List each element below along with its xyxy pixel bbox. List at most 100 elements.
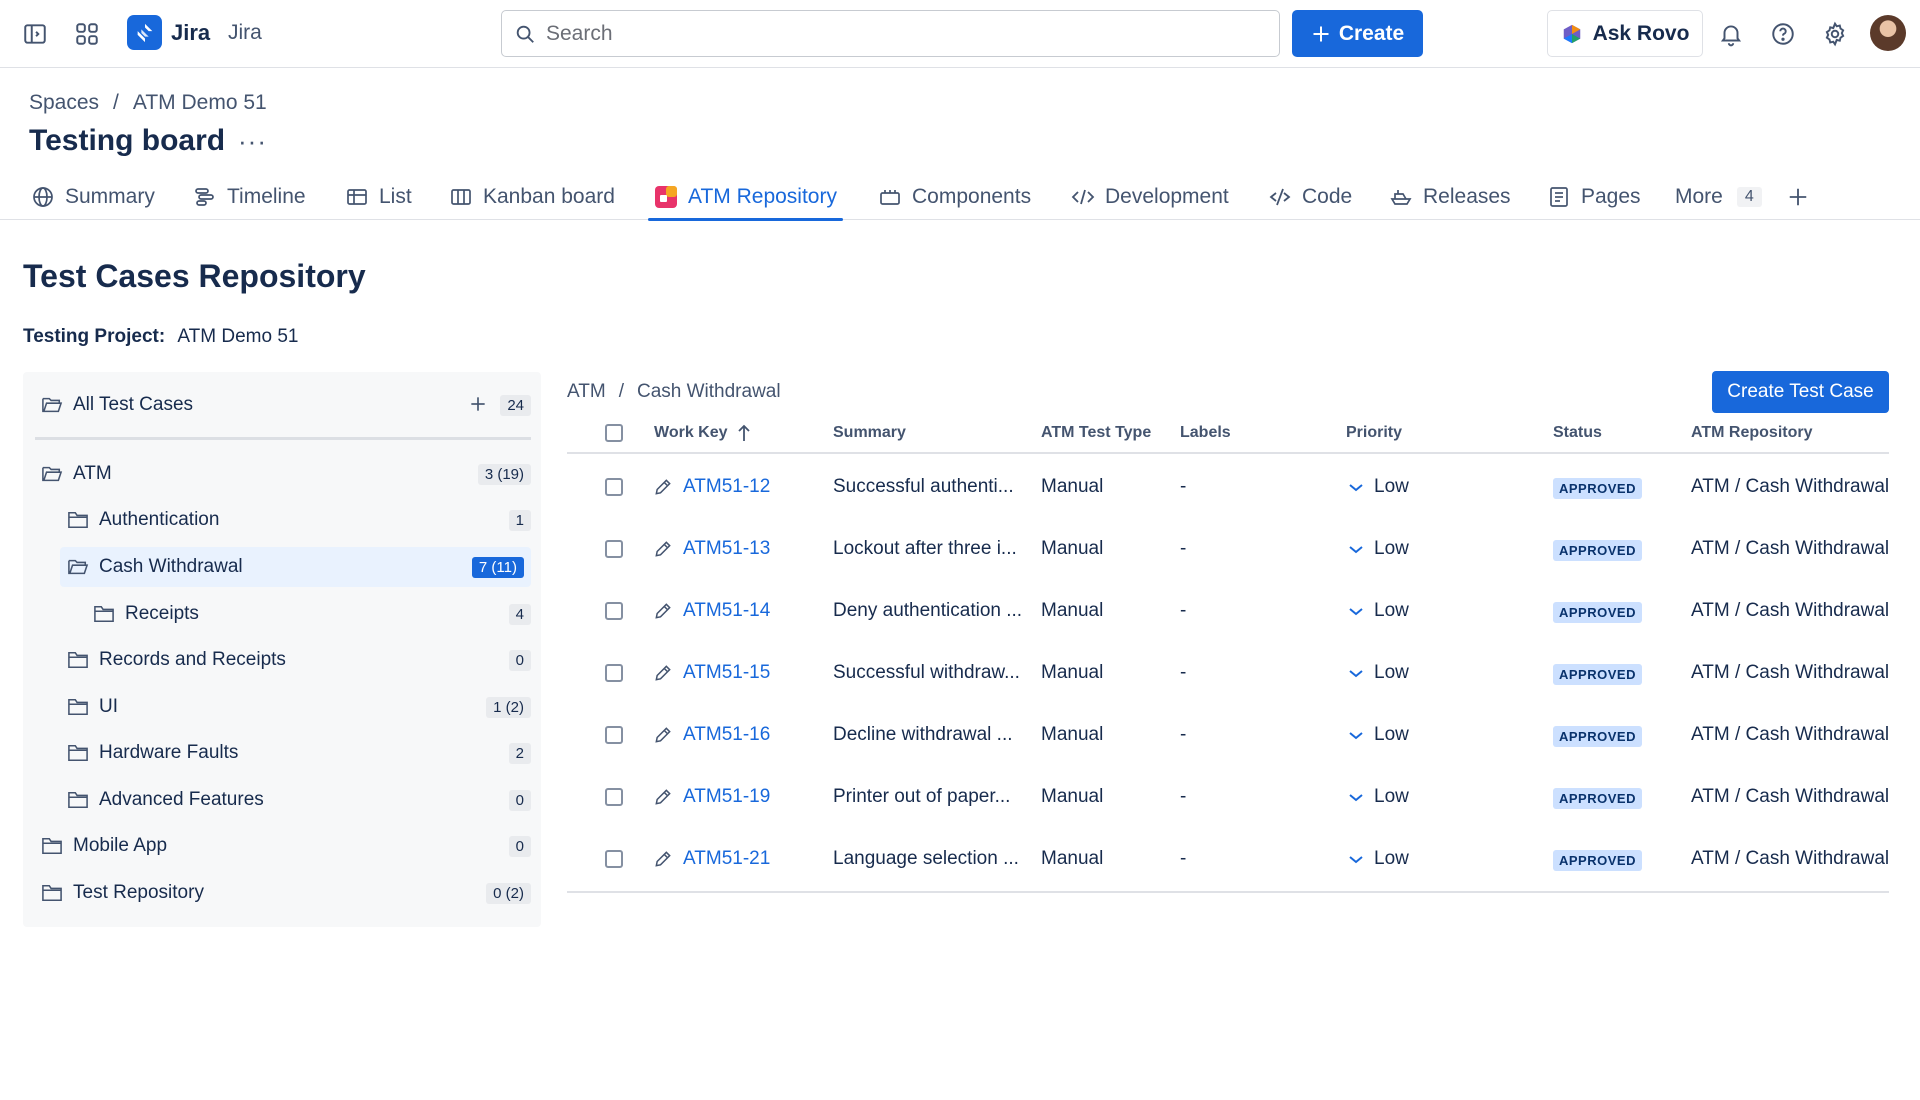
work-key-link[interactable]: ATM51-15 — [653, 662, 770, 684]
row-checkbox[interactable] — [605, 664, 623, 682]
row-checkbox[interactable] — [605, 540, 623, 558]
work-key-link[interactable]: ATM51-19 — [653, 786, 770, 808]
table-row[interactable]: ATM51-13 Lockout after three i... Manual - L… — [567, 518, 1889, 580]
column-header-atm-repository[interactable]: ATM Repository — [1691, 424, 1812, 442]
jira-logo-text[interactable]: Jira — [171, 20, 210, 46]
priority-cell: Low — [1348, 848, 1409, 870]
code-brackets-icon — [1071, 189, 1095, 205]
pencil-icon — [655, 727, 671, 743]
column-header-test-type[interactable]: ATM Test Type — [1041, 424, 1151, 442]
priority-cell: Low — [1348, 476, 1409, 498]
tab-development[interactable]: Development — [1071, 174, 1229, 220]
column-header-summary[interactable]: Summary — [833, 424, 906, 442]
tree-item-mobile-app[interactable]: Mobile App 0 — [41, 826, 531, 866]
tab-list[interactable]: List — [345, 174, 412, 220]
create-test-case-button[interactable]: Create Test Case — [1712, 371, 1889, 413]
column-header-labels[interactable]: Labels — [1180, 424, 1231, 442]
select-all-checkbox[interactable] — [605, 424, 623, 442]
tree-item-authentication[interactable]: Authentication 1 — [67, 500, 531, 540]
table-row[interactable]: ATM51-16 Decline withdrawal ... Manual - Low… — [567, 704, 1889, 766]
row-checkbox[interactable] — [605, 726, 623, 744]
more-actions-icon[interactable]: ··· — [238, 128, 267, 154]
folder-icon — [41, 883, 63, 903]
tab-timeline[interactable]: Timeline — [193, 174, 306, 220]
tree-item-test-repository[interactable]: Test Repository 0 (2) — [41, 873, 531, 913]
search-box[interactable] — [501, 10, 1280, 57]
labels-cell: - — [1180, 476, 1187, 497]
pencil-icon — [655, 479, 671, 495]
status-badge: APPROVED — [1553, 850, 1642, 871]
table-row[interactable]: ATM51-15 Successful withdraw... Manual - Low… — [567, 642, 1889, 704]
folder-open-icon — [41, 464, 63, 484]
work-key-link[interactable]: ATM51-12 — [653, 476, 770, 498]
tab-label: ATM Repository — [688, 185, 837, 208]
search-input[interactable] — [546, 21, 1246, 46]
status-badge: APPROVED — [1553, 726, 1642, 747]
table-row[interactable]: ATM51-19 Printer out of paper... Manual - Lo… — [567, 766, 1889, 828]
row-checkbox[interactable] — [605, 788, 623, 806]
user-avatar[interactable] — [1870, 15, 1906, 51]
priority-low-chevron-icon — [1349, 732, 1363, 740]
breadcrumb-project[interactable]: ATM Demo 51 — [133, 91, 267, 115]
tree-item-records-and-receipts[interactable]: Records and Receipts 0 — [67, 640, 531, 680]
priority-cell: Low — [1348, 662, 1409, 684]
table-breadcrumb-atm[interactable]: ATM — [567, 381, 606, 403]
notifications-bell-icon[interactable] — [1713, 16, 1749, 52]
settings-gear-icon[interactable] — [1817, 16, 1853, 52]
tab-components[interactable]: Components — [878, 174, 1031, 220]
priority-cell: Low — [1348, 538, 1409, 560]
project-tabs: Summary Timeline List Kanban board ATM R… — [0, 174, 1920, 221]
work-key: ATM51-13 — [683, 538, 771, 559]
tab-summary[interactable]: Summary — [31, 174, 155, 220]
create-button[interactable]: Create — [1292, 10, 1423, 57]
work-key-link[interactable]: ATM51-21 — [653, 848, 770, 870]
test-type-cell: Manual — [1041, 786, 1104, 807]
tree-item-cash-withdrawal[interactable]: Cash Withdrawal 7 (11) — [60, 547, 531, 587]
tab-label: Summary — [65, 185, 155, 208]
app-switcher-icon[interactable] — [69, 16, 105, 52]
row-checkbox[interactable] — [605, 478, 623, 496]
tab-pages[interactable]: Pages — [1547, 174, 1641, 220]
tree-item-label: Cash Withdrawal — [99, 556, 243, 577]
tree-item-receipts[interactable]: Receipts 4 — [93, 594, 531, 634]
row-checkbox[interactable] — [605, 850, 623, 868]
tree-item-all-test-cases[interactable]: All Test Cases 24 — [41, 385, 531, 425]
sidebar-toggle-icon[interactable] — [17, 16, 53, 52]
column-header-status[interactable]: Status — [1553, 424, 1602, 442]
tree-item-label: ATM — [73, 463, 112, 484]
tree-item-count: 0 — [508, 789, 531, 811]
board-icon — [451, 189, 471, 205]
tab-label: Development — [1105, 185, 1229, 208]
table-row[interactable]: ATM51-14 Deny authentication ... Manual - Lo… — [567, 580, 1889, 642]
ask-rovo-button[interactable]: Ask Rovo — [1547, 10, 1703, 57]
testing-project-line: Testing Project: ATM Demo 51 — [23, 326, 298, 348]
priority-low-chevron-icon — [1349, 670, 1363, 678]
tree-item-advanced-features[interactable]: Advanced Features 0 — [67, 780, 531, 820]
work-key-link[interactable]: ATM51-13 — [653, 538, 770, 560]
add-folder-plus-icon[interactable] — [468, 394, 488, 414]
page-icon — [1550, 187, 1568, 207]
jira-logo-icon[interactable] — [127, 15, 162, 50]
tree-item-atm[interactable]: ATM 3 (19) — [41, 454, 531, 494]
tab-atm-repository[interactable]: ATM Repository — [648, 174, 843, 221]
add-tab-plus-icon[interactable] — [1780, 179, 1816, 215]
column-header-work-key[interactable]: Work Key — [654, 424, 752, 442]
help-icon[interactable] — [1765, 16, 1801, 52]
table-row[interactable]: ATM51-21 Language selection ... Manual - Low… — [567, 828, 1889, 890]
tab-releases[interactable]: Releases — [1389, 174, 1511, 220]
tab-code[interactable]: Code — [1268, 174, 1352, 220]
tab-kanban-board[interactable]: Kanban board — [449, 174, 615, 220]
breadcrumb-spaces[interactable]: Spaces — [29, 91, 99, 115]
atm-repository-cell: ATM / Cash Withdrawal — [1691, 476, 1890, 497]
work-key-link[interactable]: ATM51-16 — [653, 724, 770, 746]
tab-more[interactable]: More 4 — [1675, 174, 1762, 220]
timeline-icon — [195, 188, 214, 206]
tree-item-ui[interactable]: UI 1 (2) — [67, 687, 531, 727]
work-key-link[interactable]: ATM51-14 — [653, 600, 770, 622]
table-row[interactable]: ATM51-12 Successful authenti... Manual - Low… — [567, 456, 1889, 518]
labels-cell: - — [1180, 848, 1187, 869]
table-header: Work Key Summary ATM Test Type Labels Pr… — [567, 414, 1889, 454]
tree-item-hardware-faults[interactable]: Hardware Faults 2 — [67, 733, 531, 773]
row-checkbox[interactable] — [605, 602, 623, 620]
column-header-priority[interactable]: Priority — [1346, 424, 1402, 442]
